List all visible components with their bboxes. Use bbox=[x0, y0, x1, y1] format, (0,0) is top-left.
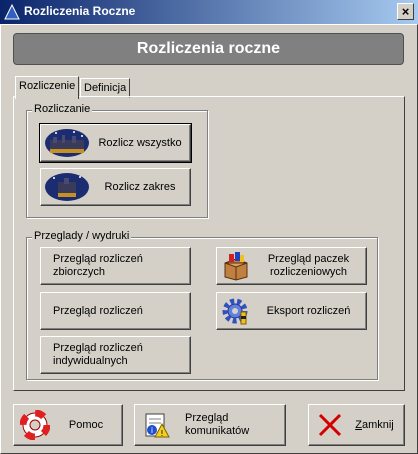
night-city-icon bbox=[45, 129, 89, 157]
messages-icon: i ! bbox=[145, 413, 170, 438]
window-close-button[interactable]: × bbox=[397, 3, 414, 20]
app-icon bbox=[4, 4, 20, 20]
window-title: Rozliczenia Roczne bbox=[24, 4, 136, 18]
pomoc-button[interactable]: Pomoc bbox=[13, 404, 123, 446]
button-label-line2: zbiorczych bbox=[53, 266, 105, 278]
button-label-line2: indywidualnych bbox=[53, 355, 128, 367]
button-label-line1: Eksport rozliczeń bbox=[266, 304, 351, 317]
button-label-line2: rozliczeniowych bbox=[269, 266, 348, 278]
svg-text:!: ! bbox=[160, 429, 163, 438]
group-rozliczanie-label: Rozliczanie bbox=[32, 103, 93, 115]
rozlicz-wszystko-button[interactable]: Rozlicz wszystko bbox=[39, 123, 192, 163]
tab-rozliczenie[interactable]: Rozliczenie bbox=[15, 76, 80, 99]
button-label-line2: komunikatów bbox=[185, 425, 250, 437]
przeglad-rozliczen-zbiorczych-button[interactable]: Przegląd rozliczeń zbiorczych bbox=[40, 247, 191, 285]
przeglad-paczek-button[interactable]: Przegląd paczek rozliczeniowych bbox=[216, 247, 367, 285]
night-city-icon bbox=[45, 173, 89, 201]
pomoc-label: Pomoc bbox=[68, 418, 104, 431]
eksport-rozliczen-button[interactable]: Eksport rozliczeń bbox=[216, 292, 367, 330]
close-x-icon bbox=[318, 413, 342, 437]
przeglad-rozliczen-indywidualnych-button[interactable]: Przegląd rozliczeń indywidualnych bbox=[40, 336, 191, 374]
package-icon bbox=[224, 252, 248, 281]
przeglad-komunikatow-button[interactable]: i ! Przegląd komunikatów bbox=[134, 404, 286, 446]
tab-label: Definicja bbox=[84, 82, 127, 94]
rozlicz-zakres-label: Rozlicz zakres bbox=[104, 180, 176, 193]
title-bar: Rozliczenia Roczne × bbox=[0, 0, 418, 24]
przeglad-rozliczen-button[interactable]: Przegląd rozliczeń bbox=[40, 292, 191, 330]
tab-label: Rozliczenie bbox=[19, 80, 76, 92]
rozlicz-zakres-button[interactable]: Rozlicz zakres bbox=[40, 168, 191, 206]
rozlicz-wszystko-label: Rozlicz wszystko bbox=[98, 136, 182, 149]
svg-text:i: i bbox=[151, 426, 153, 435]
zamknij-label: amknij bbox=[361, 418, 394, 431]
zamknij-button[interactable]: Zamknij bbox=[308, 404, 405, 446]
zamknij-accelerator: Z bbox=[355, 418, 362, 431]
lifebuoy-icon bbox=[20, 410, 50, 440]
button-label-line1: Przegląd paczek bbox=[267, 253, 350, 265]
button-label-line1: Przegląd rozliczeń bbox=[53, 342, 143, 354]
button-label-line1: Przegląd bbox=[185, 412, 229, 424]
button-label-line1: Przegląd rozliczeń bbox=[53, 253, 143, 265]
group-przeglady-label: Przeglady / wydruki bbox=[32, 230, 132, 242]
button-label-line1: Przegląd rozliczeń bbox=[53, 304, 143, 317]
page-title: Rozliczenia roczne bbox=[13, 33, 404, 65]
gear-icon bbox=[222, 298, 248, 325]
tab-definicja[interactable]: Definicja bbox=[80, 78, 131, 98]
